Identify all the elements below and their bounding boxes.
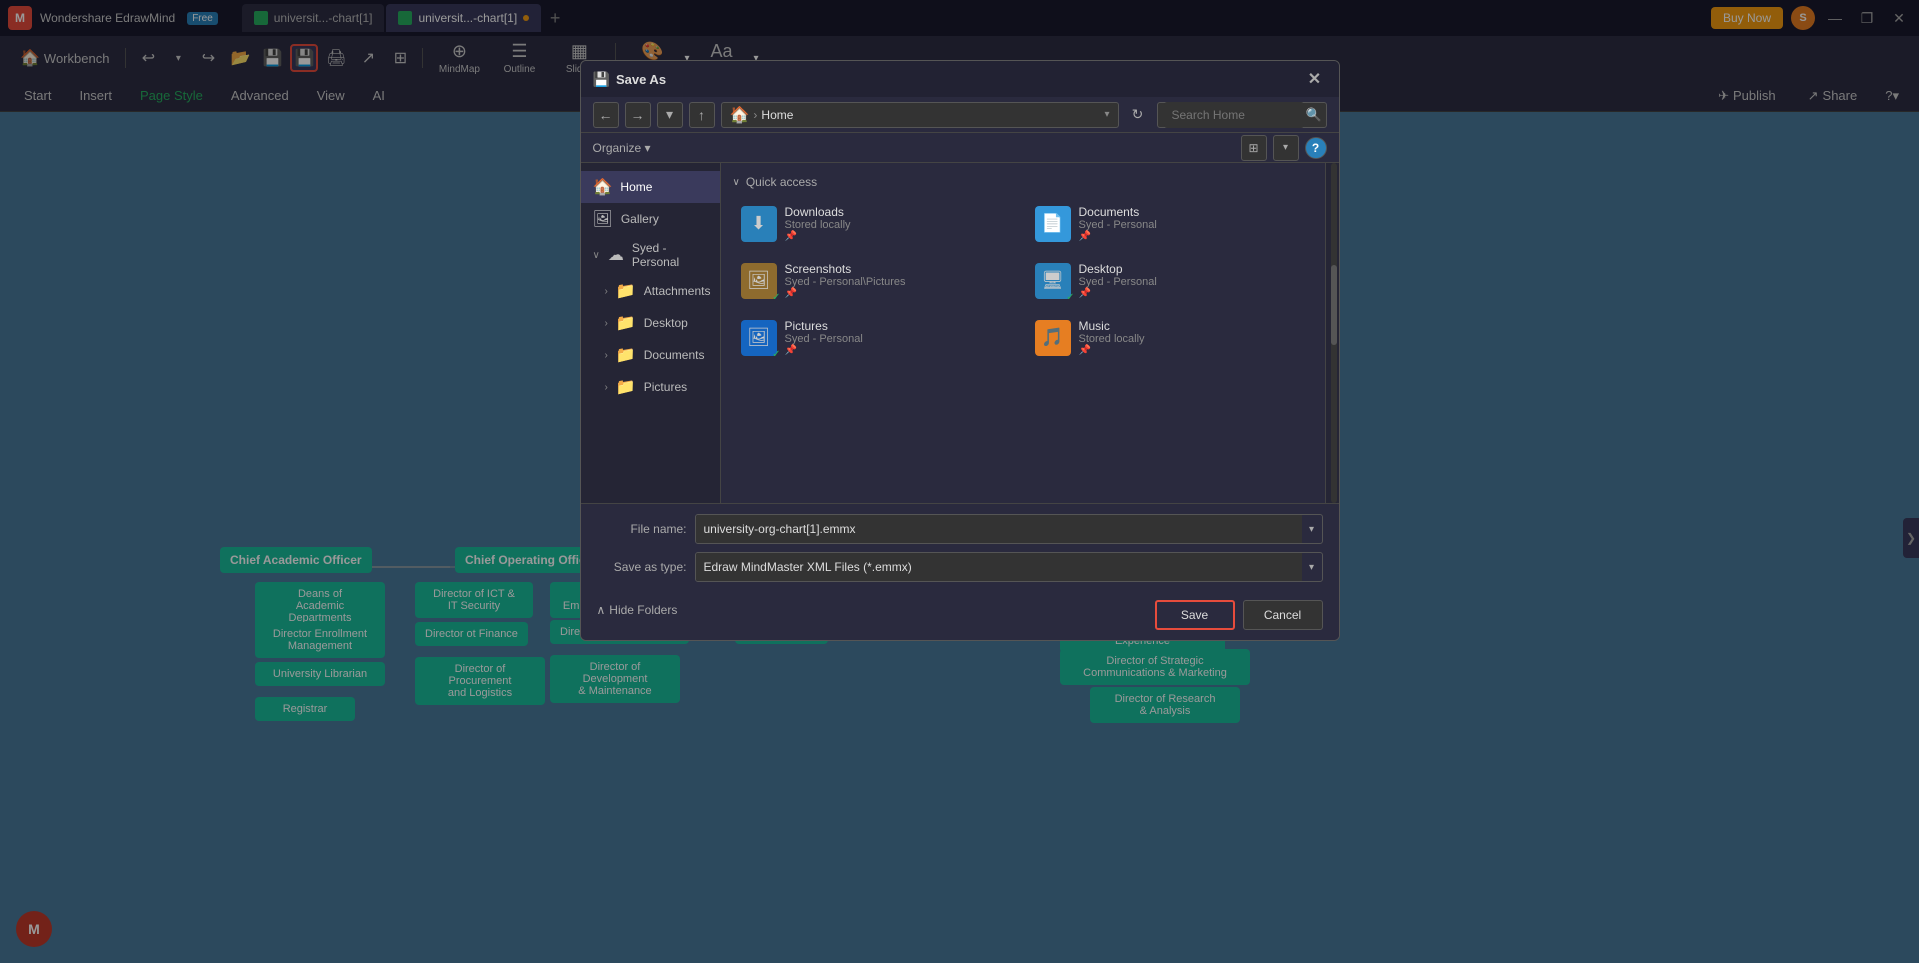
downloads-info: Downloads Stored locally 📌 [785, 205, 851, 242]
screenshots-info: Screenshots Syed - Personal\Pictures 📌 [785, 262, 906, 299]
file-item-desktop[interactable]: 🖥 ✓ Desktop Syed - Personal 📌 [1027, 256, 1313, 305]
pictures-folder-icon: 📁 [616, 377, 636, 397]
sidebar-item-attachments[interactable]: › 📁 Attachments [581, 275, 720, 307]
dialog-up-button[interactable]: ↑ [689, 102, 715, 128]
savetype-dropdown-button[interactable]: ▾ [1302, 553, 1322, 581]
pictures-icon-wrapper: 🖼 ✓ [741, 320, 777, 356]
screenshots-sync-badge: ✓ [772, 292, 780, 303]
sidebar-item-home[interactable]: 🏠 Home [581, 171, 720, 203]
savetype-input[interactable] [696, 553, 1302, 581]
dialog-path-chevron: › [753, 108, 757, 122]
footer-button-area: ∧ Hide Folders Save Cancel [597, 590, 1323, 630]
desktop-info: Desktop Syed - Personal 📌 [1079, 262, 1157, 299]
dialog-overlay: 💾 Save As ✕ ← → ▾ ↑ 🏠 › Home ▾ ↻ 🔍 [0, 0, 1919, 963]
attachments-folder-icon: 📁 [616, 281, 636, 301]
dialog-search-input[interactable] [1164, 102, 1304, 128]
savetype-row: Save as type: ▾ [597, 552, 1323, 582]
file-item-screenshots[interactable]: 🖼 ✓ Screenshots Syed - Personal\Pictures… [733, 256, 1019, 305]
dialog-path-dropdown-icon[interactable]: ▾ [1104, 109, 1109, 120]
dialog-main: ∨ Quick access ⬇ Downloads Stored locall… [721, 163, 1325, 503]
filename-dropdown-button[interactable]: ▾ [1302, 515, 1322, 543]
dialog-action-buttons: Save Cancel [1155, 600, 1323, 630]
dialog-organize-bar: Organize ▾ ⊞ ▾ ? [581, 133, 1339, 163]
save-button[interactable]: Save [1155, 600, 1235, 630]
filename-row: File name: ▾ [597, 514, 1323, 544]
dialog-path-bar: 🏠 › Home ▾ [721, 102, 1119, 128]
dialog-help-button[interactable]: ? [1305, 137, 1327, 159]
pictures-icon: 🖼 [741, 320, 777, 356]
file-item-music[interactable]: 🎵 Music Stored locally 📌 [1027, 313, 1313, 362]
filename-input[interactable] [696, 515, 1302, 543]
dialog-path-label: Home [761, 108, 793, 122]
dialog-sidebar: 🏠 Home 🖼 Gallery ∨ ☁ Syed - Personal › 📁… [581, 163, 721, 503]
music-icon: 🎵 [1035, 320, 1071, 356]
dialog-header: 💾 Save As ✕ [581, 61, 1339, 97]
home-folder-icon: 🏠 [593, 177, 613, 197]
sidebar-item-syed[interactable]: ∨ ☁ Syed - Personal [581, 235, 720, 275]
syed-cloud-icon: ☁ [608, 245, 624, 265]
quick-access-label: ∨ Quick access [733, 175, 1313, 189]
savetype-label: Save as type: [597, 560, 687, 574]
dialog-back-button[interactable]: ← [593, 102, 619, 128]
screenshots-icon-wrapper: 🖼 ✓ [741, 263, 777, 299]
attachments-expand-icon: › [605, 286, 608, 297]
file-grid: ⬇ Downloads Stored locally 📌 📄 Documents… [733, 199, 1313, 362]
dialog-dropdown-button[interactable]: ▾ [657, 102, 683, 128]
save-as-dialog: 💾 Save As ✕ ← → ▾ ↑ 🏠 › Home ▾ ↻ 🔍 [580, 60, 1340, 641]
dialog-body: 🏠 Home 🖼 Gallery ∨ ☁ Syed - Personal › 📁… [581, 163, 1339, 503]
scrollbar-track [1331, 163, 1337, 503]
dialog-search-bar: 🔍 [1157, 102, 1327, 128]
pictures-sync-badge: ✓ [772, 349, 780, 360]
screenshots-icon: 🖼 [741, 263, 777, 299]
syed-expand-icon: ∨ [593, 250, 600, 261]
view-dropdown-button[interactable]: ▾ [1273, 135, 1299, 161]
file-item-documents[interactable]: 📄 Documents Syed - Personal 📌 [1027, 199, 1313, 248]
dialog-forward-button[interactable]: → [625, 102, 651, 128]
dialog-close-button[interactable]: ✕ [1303, 67, 1327, 91]
hide-folders-button[interactable]: ∧ Hide Folders [597, 603, 678, 617]
savetype-input-wrapper: ▾ [695, 552, 1323, 582]
filename-input-wrapper: ▾ [695, 514, 1323, 544]
file-item-pictures[interactable]: 🖼 ✓ Pictures Syed - Personal 📌 [733, 313, 1019, 362]
music-info: Music Stored locally 📌 [1079, 319, 1145, 356]
desktop-expand-icon: › [605, 318, 608, 329]
desktop-icon: 🖥 [1035, 263, 1071, 299]
documents-icon: 📄 [1035, 206, 1071, 242]
pictures-expand-icon: › [605, 382, 608, 393]
documents-expand-icon: › [605, 350, 608, 361]
scrollbar-thumb [1331, 265, 1337, 345]
dialog-title: Save As [616, 72, 1303, 87]
dialog-nav-bar: ← → ▾ ↑ 🏠 › Home ▾ ↻ 🔍 [581, 97, 1339, 133]
downloads-icon: ⬇ [741, 206, 777, 242]
documents-folder-icon: 📁 [616, 345, 636, 365]
sidebar-item-gallery[interactable]: 🖼 Gallery [581, 203, 720, 235]
cancel-button[interactable]: Cancel [1243, 600, 1323, 630]
desktop-icon-wrapper: 🖥 ✓ [1035, 263, 1071, 299]
desktop-sync-badge: ✓ [1066, 292, 1074, 303]
desktop-folder-icon: 📁 [616, 313, 636, 333]
gallery-icon: 🖼 [593, 209, 613, 229]
dialog-scrollbar[interactable] [1325, 163, 1339, 503]
dialog-search-icon: 🔍 [1306, 107, 1322, 123]
view-options-button[interactable]: ⊞ [1241, 135, 1267, 161]
quick-access-chevron: ∨ [733, 177, 740, 188]
filename-label: File name: [597, 522, 687, 536]
dialog-refresh-button[interactable]: ↻ [1125, 102, 1151, 128]
sidebar-item-desktop[interactable]: › 📁 Desktop [581, 307, 720, 339]
file-item-downloads[interactable]: ⬇ Downloads Stored locally 📌 [733, 199, 1019, 248]
view-options: ⊞ ▾ ? [1241, 135, 1327, 161]
documents-info: Documents Syed - Personal 📌 [1079, 205, 1157, 242]
dialog-path-home-icon: 🏠 [730, 105, 750, 125]
hide-folders-chevron: ∧ [597, 603, 606, 617]
dialog-footer: File name: ▾ Save as type: ▾ ∧ Hide Fold… [581, 503, 1339, 640]
organize-button[interactable]: Organize ▾ [593, 141, 651, 155]
sidebar-item-documents[interactable]: › 📁 Documents [581, 339, 720, 371]
pictures-info: Pictures Syed - Personal 📌 [785, 319, 863, 356]
sidebar-item-pictures[interactable]: › 📁 Pictures [581, 371, 720, 403]
